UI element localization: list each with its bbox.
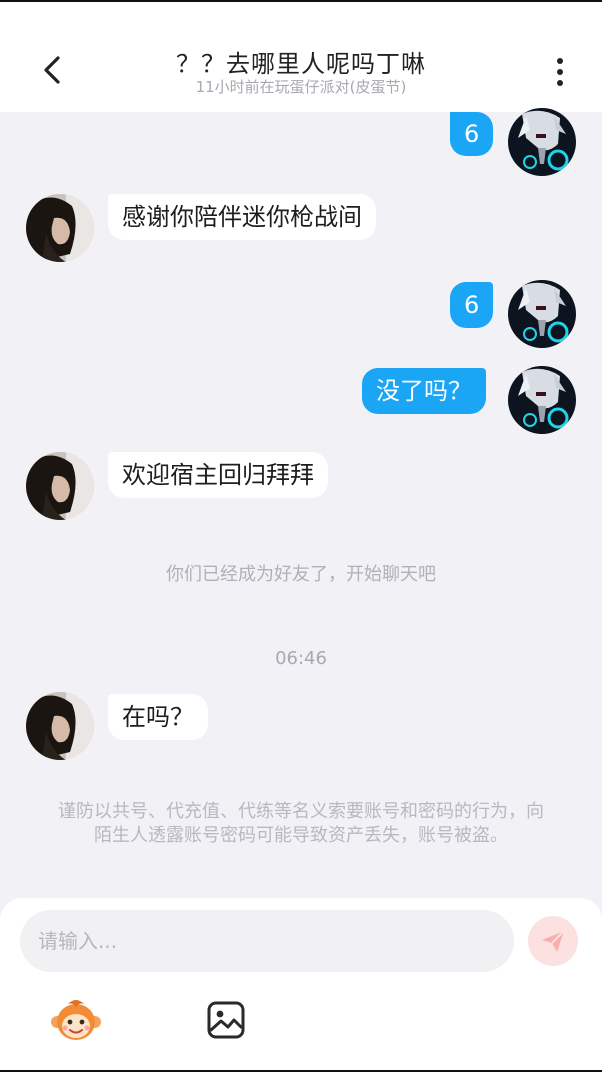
chat-partner-status: 11小时前在玩蛋仔派对(皮蛋节) [195,78,407,96]
more-options-button[interactable] [540,52,580,92]
chevron-left-icon [44,56,60,84]
message-bubble-incoming[interactable]: 在吗？ [108,694,208,740]
avatar-contact[interactable] [26,194,94,262]
monkey-emoji-icon [51,1000,101,1040]
friend-added-notice: 你们已经成为好友了，开始聊天吧 [166,564,436,585]
message-input[interactable] [38,910,496,972]
avatar-self-image [508,366,576,434]
message-bubble-incoming[interactable]: 欢迎宿主回归拜拜 [108,452,328,498]
image-icon [207,1001,245,1039]
message-bubble-incoming[interactable]: 感谢你陪伴迷你枪战间 [108,194,376,240]
message-list[interactable]: 6 感谢你陪伴迷你枪战间 6 没了吗？ 欢迎宿主回归拜拜 你们已经成为好友了，开… [0,108,602,898]
back-button[interactable] [30,48,74,92]
emoji-button[interactable] [50,998,102,1042]
avatar-contact-image [26,194,94,262]
security-warning: 谨防以共号、代充值、代练等名义索要账号和密码的行为，向陌生人透露账号密码可能导致… [58,801,544,846]
chat-title: ？？去哪里人呢吗丁啉 [176,50,426,78]
message-bubble-outgoing[interactable]: 没了吗？ [362,368,486,414]
message-bubble-outgoing[interactable]: 6 [450,282,494,328]
avatar-self-image [508,108,576,176]
avatar-self-image [508,280,576,348]
message-timestamp: 06:46 [275,648,327,669]
message-bubble-outgoing[interactable]: 6 [450,112,494,156]
send-button[interactable] [528,916,578,966]
avatar-contact[interactable] [26,452,94,520]
chat-header: ？？去哪里人呢吗丁啉 11小时前在玩蛋仔派对(皮蛋节) [0,2,602,112]
avatar-contact[interactable] [26,692,94,760]
avatar-self[interactable] [508,280,576,348]
avatar-self[interactable] [508,108,576,176]
avatar-contact-image [26,692,94,760]
avatar-self[interactable] [508,366,576,434]
message-composer [0,898,602,1070]
more-vertical-icon [557,58,563,64]
send-icon [542,930,565,952]
avatar-contact-image [26,452,94,520]
message-input-wrapper[interactable] [20,910,514,972]
image-button[interactable] [206,1000,246,1040]
